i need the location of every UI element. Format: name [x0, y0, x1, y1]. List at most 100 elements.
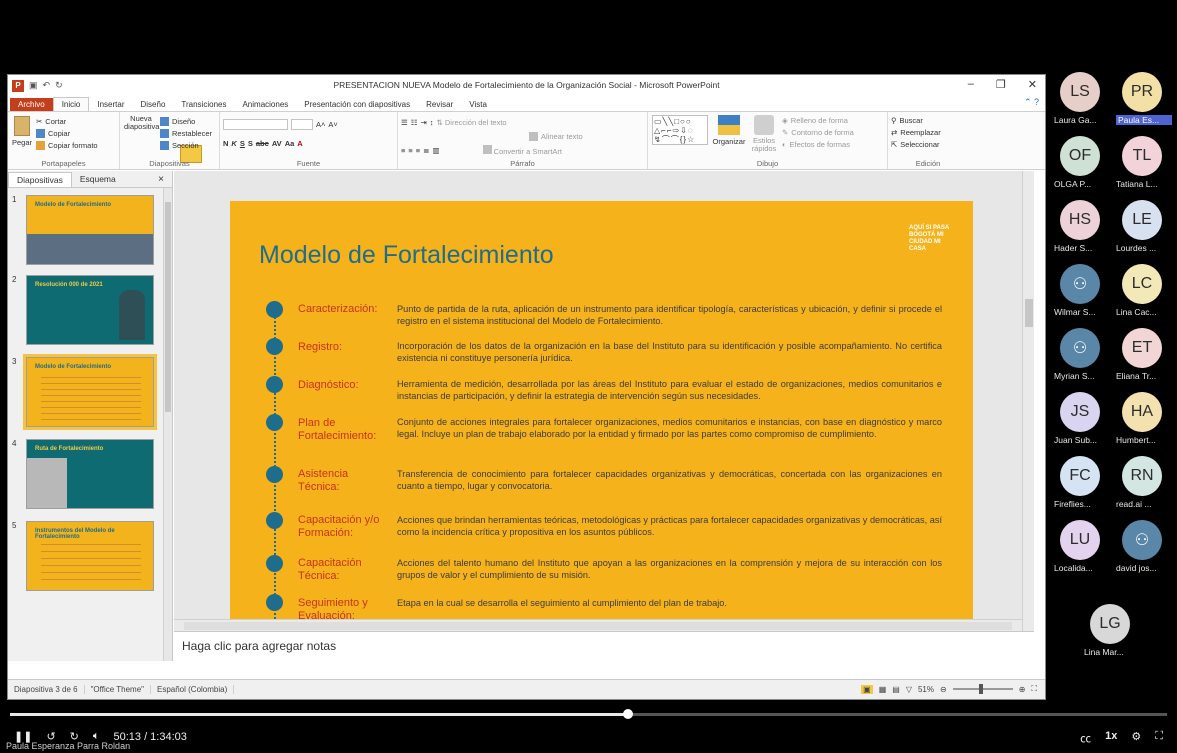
playback-speed[interactable]: 1x	[1105, 730, 1117, 746]
tab-revisar[interactable]: Revisar	[418, 98, 461, 111]
notes-placeholder[interactable]: Haga clic para agregar notas	[182, 639, 336, 653]
help-icon[interactable]: ⌃ ?	[1024, 97, 1039, 108]
close-icon[interactable]: ✕	[1028, 78, 1037, 91]
panel-scrollbar[interactable]	[163, 188, 172, 661]
cut-button[interactable]: ✂ Cortar	[36, 115, 98, 127]
section-button[interactable]: Sección	[160, 139, 212, 151]
fit-window-icon[interactable]: ⛶	[1031, 684, 1037, 694]
participant-tile[interactable]: PR Paula Es...	[1112, 70, 1172, 134]
editor-vertical-scrollbar[interactable]	[1022, 171, 1034, 631]
participant-tile[interactable]: LU Localida...	[1050, 518, 1110, 582]
zoom-out-icon[interactable]: ⊖	[940, 685, 947, 694]
font-color-icon[interactable]: A	[297, 139, 302, 148]
align-text-button[interactable]: Alinear texto	[529, 130, 644, 142]
zoom-level[interactable]: 51%	[918, 685, 934, 694]
participant-tile[interactable]: ET Eliana Tr...	[1112, 326, 1172, 390]
grow-font-icon[interactable]: A˄	[316, 120, 325, 129]
slide-thumbnail[interactable]: Instrumentos del Modelo de Fortalecimien…	[26, 521, 154, 591]
participant-tile[interactable]: TL Tatiana L...	[1112, 134, 1172, 198]
restore-icon[interactable]: ❐	[996, 78, 1006, 91]
italic-icon[interactable]: K	[231, 139, 236, 148]
copy-button[interactable]: Copiar	[36, 127, 98, 139]
select-button[interactable]: ⇱ Seleccionar	[891, 138, 965, 150]
shape-outline-button[interactable]: ✎ Contorno de forma	[782, 126, 854, 138]
slide-title[interactable]: Modelo de Fortalecimiento	[259, 241, 554, 270]
participant-tile[interactable]: ⚇ david jos...	[1112, 518, 1172, 582]
tab-inicio[interactable]: Inicio	[52, 97, 90, 111]
tab-animaciones[interactable]: Animaciones	[234, 98, 296, 111]
tab-esquema[interactable]: Esquema	[72, 172, 124, 186]
layout-button[interactable]: Diseño	[160, 115, 212, 127]
quick-styles-button[interactable]: Estilos rápidos	[748, 115, 780, 153]
text-direction-button[interactable]: ⇅ Dirección del texto	[437, 118, 507, 127]
tab-archivo[interactable]: Archivo	[10, 98, 53, 111]
find-button[interactable]: ⚲ Buscar	[891, 114, 965, 126]
bullets-icon[interactable]: ☰	[401, 118, 408, 127]
align-right-icon[interactable]: ≡	[416, 146, 420, 155]
shadow-icon[interactable]: S	[248, 139, 253, 148]
participant-tile[interactable]: OF OLGA P...	[1050, 134, 1110, 198]
slide-thumbnail[interactable]: Modelo de Fortalecimiento	[26, 195, 154, 265]
reset-button[interactable]: Restablecer	[160, 127, 212, 139]
slide-thumbnail[interactable]: Ruta de Fortalecimiento	[26, 439, 154, 509]
participant-tile[interactable]: RN read.ai ...	[1112, 454, 1172, 518]
align-center-icon[interactable]: ≡	[408, 146, 412, 155]
justify-icon[interactable]: ≣	[423, 146, 429, 155]
columns-icon[interactable]: ▥	[432, 146, 439, 155]
arrange-button[interactable]: Organizar	[712, 115, 746, 146]
editor-horizontal-scrollbar[interactable]	[174, 619, 1022, 631]
close-icon[interactable]: ×	[158, 174, 164, 185]
participant-tile[interactable]: FC Fireflies...	[1050, 454, 1110, 518]
tab-transiciones[interactable]: Transiciones	[173, 98, 234, 111]
participant-tile[interactable]: LS Laura Ga...	[1050, 70, 1110, 134]
slide-thumbnail[interactable]: Resolución 000 de 2021	[26, 275, 154, 345]
captions-icon[interactable]: ㏄	[1080, 730, 1091, 746]
shape-effects-button[interactable]: ◐ Efectos de formas	[782, 138, 854, 150]
fullscreen-icon[interactable]: ⛶	[1155, 730, 1163, 746]
zoom-in-icon[interactable]: ⊕	[1019, 685, 1026, 694]
normal-view-icon[interactable]: ▣	[861, 684, 873, 694]
editor-hscroll-thumb[interactable]	[184, 622, 1012, 630]
minimize-icon[interactable]: –	[968, 78, 974, 91]
zoom-slider[interactable]	[952, 684, 1013, 694]
language[interactable]: Español (Colombia)	[151, 685, 235, 694]
font-size-select[interactable]	[291, 118, 313, 130]
numbering-icon[interactable]: ☷	[411, 118, 418, 127]
tab-vista[interactable]: Vista	[461, 98, 495, 111]
participant-tile[interactable]: LC Lina Cac...	[1112, 262, 1172, 326]
paste-button[interactable]: Pegar	[12, 116, 32, 147]
tab-diapositivas[interactable]: Diapositivas	[8, 171, 72, 187]
participant-tile[interactable]: HS Hader S...	[1050, 198, 1110, 262]
video-progress-knob[interactable]	[622, 709, 633, 719]
strikethrough-icon[interactable]: abc	[256, 139, 269, 148]
sorter-view-icon[interactable]: ▦	[879, 685, 887, 694]
participant-tile[interactable]: HA Humbert...	[1112, 390, 1172, 454]
theme-name[interactable]: "Office Theme"	[85, 685, 151, 694]
align-left-icon[interactable]: ≡	[401, 146, 405, 155]
case-icon[interactable]: Aa	[285, 139, 295, 148]
bold-icon[interactable]: N	[223, 139, 228, 148]
smartart-button[interactable]: Convertir a SmartArt	[482, 144, 562, 156]
replace-button[interactable]: ⇄ Reemplazar	[891, 126, 965, 138]
participant-tile[interactable]: LG Lina Mar...	[1080, 602, 1140, 666]
tab-insertar[interactable]: Insertar	[89, 98, 132, 111]
reading-view-icon[interactable]: ▤	[892, 685, 900, 694]
panel-scroll-thumb[interactable]	[165, 202, 171, 412]
participant-tile[interactable]: LE Lourdes ...	[1112, 198, 1172, 262]
shapes-gallery[interactable]: ▭╲╲□○○ △⌐⌐⇨⇩◌ ↯⌒⌒{}☆	[652, 115, 708, 145]
slide-thumbnail-selected[interactable]: Modelo de Fortalecimiento	[23, 354, 157, 430]
shrink-font-icon[interactable]: A˅	[328, 120, 337, 129]
current-slide[interactable]: Modelo de Fortalecimiento AQUÍ SI PASA B…	[230, 201, 973, 631]
tab-diseno[interactable]: Diseño	[133, 98, 174, 111]
tab-presentacion[interactable]: Presentación con diapositivas	[296, 98, 418, 111]
indent-icon[interactable]: ⇥	[420, 118, 426, 127]
spacing-icon[interactable]: AV	[272, 139, 282, 148]
font-family-select[interactable]	[223, 118, 288, 130]
zoom-slider-knob[interactable]	[978, 684, 983, 694]
line-spacing-icon[interactable]: ↕	[430, 118, 434, 127]
new-slide-button[interactable]: Nueva diapositiva	[124, 115, 202, 163]
video-progress-bar[interactable]	[10, 709, 1167, 719]
slideshow-view-icon[interactable]: ▽	[906, 685, 912, 694]
participant-tile[interactable]: JS Juan Sub...	[1050, 390, 1110, 454]
notes-pane[interactable]: Haga clic para agregar notas	[174, 631, 1034, 659]
